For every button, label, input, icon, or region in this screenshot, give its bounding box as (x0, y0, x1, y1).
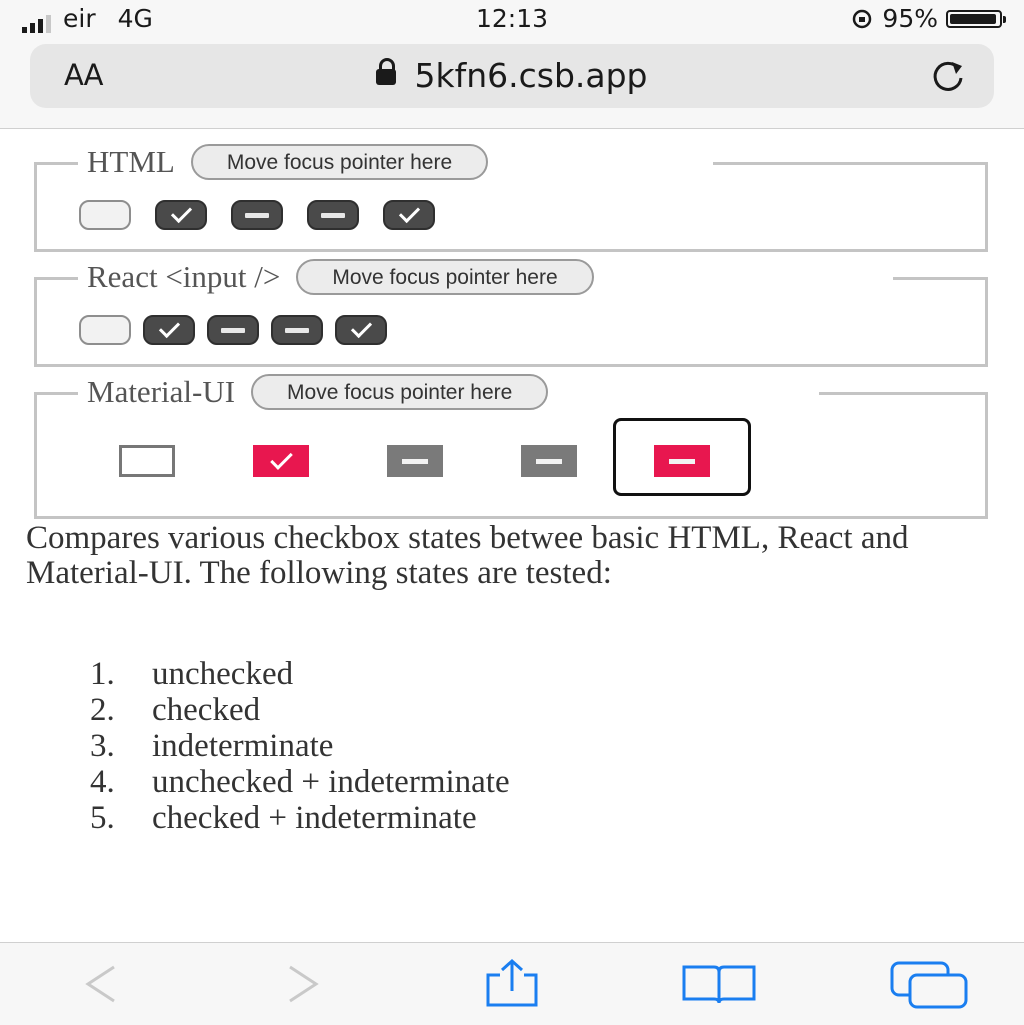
forward-icon[interactable] (282, 961, 326, 1007)
reload-icon[interactable] (928, 56, 968, 96)
move-focus-button[interactable]: Move focus pointer here (251, 374, 549, 410)
fieldset-react: React <input /> Move focus pointer here (34, 259, 988, 367)
back-icon[interactable] (78, 961, 122, 1007)
share-icon[interactable] (480, 957, 544, 1009)
fieldset-material-ui: Material-UI Move focus pointer here (34, 374, 988, 519)
checkbox-unchecked-indeterminate[interactable] (307, 200, 359, 230)
checkbox-unchecked[interactable] (119, 445, 175, 477)
tabs-icon[interactable] (888, 959, 972, 1011)
url-text: 5kfn6.csb.app (414, 56, 648, 95)
address-bar[interactable]: AA 5kfn6.csb.app (30, 44, 994, 108)
url-display[interactable]: 5kfn6.csb.app (30, 56, 994, 95)
checkbox-checked-indeterminate[interactable] (335, 315, 387, 345)
checkbox-indeterminate[interactable] (387, 445, 443, 477)
fieldset-html: HTML Move focus pointer here (34, 144, 988, 252)
browser-chrome: AA 5kfn6.csb.app (0, 38, 1024, 129)
legend-label: React <input /> (87, 259, 281, 294)
checkbox-indeterminate[interactable] (231, 200, 283, 230)
move-focus-button[interactable]: Move focus pointer here (296, 259, 594, 295)
description-text: Compares various checkbox states betwee … (26, 520, 909, 591)
legend-react: React <input /> Move focus pointer here (87, 259, 594, 295)
legend-html: HTML Move focus pointer here (87, 144, 489, 180)
checkbox-indeterminate[interactable] (207, 315, 259, 345)
checkbox-row-html (79, 200, 435, 230)
status-bar: eir 4G 12:13 95% (0, 0, 1024, 38)
checkbox-unchecked-indeterminate[interactable] (271, 315, 323, 345)
checkbox-checked[interactable] (253, 445, 309, 477)
bottom-toolbar (0, 942, 1024, 1025)
move-focus-button[interactable]: Move focus pointer here (190, 144, 489, 180)
checkbox-checked[interactable] (143, 315, 195, 345)
checkbox-checked-indeterminate[interactable] (654, 445, 710, 477)
checkbox-unchecked[interactable] (79, 315, 131, 345)
orientation-lock-icon (853, 9, 872, 28)
bookmarks-icon[interactable] (680, 961, 758, 1007)
battery-icon (946, 9, 1006, 28)
checkbox-checked-indeterminate[interactable] (383, 200, 435, 230)
checkbox-checked[interactable] (155, 200, 207, 230)
checkbox-row-react (79, 315, 387, 345)
lock-icon (376, 58, 397, 85)
battery-percent: 95% (882, 4, 938, 33)
checkbox-unchecked[interactable] (79, 200, 131, 230)
legend-label: Material-UI (87, 374, 236, 409)
checkbox-unchecked-indeterminate[interactable] (521, 445, 577, 477)
status-right: 95% (850, 4, 1006, 33)
legend-label: HTML (87, 144, 175, 179)
legend-material-ui: Material-UI Move focus pointer here (87, 374, 549, 410)
